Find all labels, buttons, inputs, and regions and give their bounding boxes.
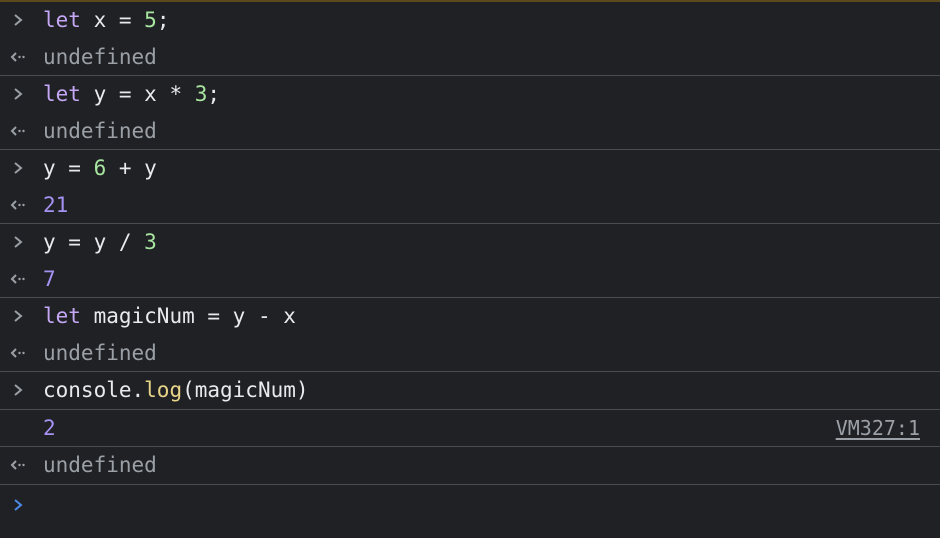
console-input-line: let x = 5; [0, 2, 940, 39]
code-text: + y [106, 156, 157, 181]
console-input-line: y = 6 + y [0, 150, 940, 187]
console-result-line: 21 [0, 187, 940, 224]
code-number: 5 [144, 8, 157, 33]
console-result-line: undefined [0, 113, 940, 150]
console-entry: y = y / 3 7 [0, 224, 940, 298]
return-arrow-icon [10, 447, 26, 484]
console-entry: console. log (magicNum) [0, 372, 940, 410]
return-arrow-icon [10, 261, 26, 298]
return-arrow-icon [10, 39, 26, 76]
console-prompt[interactable] [0, 485, 940, 525]
code-number: 3 [194, 82, 208, 107]
result-value: undefined [43, 453, 157, 478]
chevron-right-icon [10, 2, 26, 39]
result-value: undefined [43, 340, 157, 365]
code-text: ; [207, 82, 221, 107]
chevron-right-icon [10, 150, 26, 187]
code-text: magicNum = y - x [80, 304, 296, 329]
code-text: x = [80, 8, 145, 33]
console-result-line: undefined [0, 335, 940, 372]
code-number: 6 [93, 156, 107, 181]
log-value: 2 [43, 415, 56, 440]
console-entry: undefined [0, 447, 940, 485]
console-entry: let y = x * 3; undefined [0, 76, 940, 150]
code-text: (magicNum) [182, 378, 309, 403]
console-input-line: let magicNum = y - x [0, 298, 940, 335]
result-value: undefined [43, 118, 157, 143]
console-entry: let magicNum = y - x undefined [0, 298, 940, 372]
console-entry: let x = 5; undefined [0, 2, 940, 76]
code-keyword: let [43, 304, 81, 329]
console-input-line: let y = x * 3; [0, 76, 940, 113]
result-value: undefined [43, 44, 157, 69]
console-result-line: undefined [0, 447, 940, 484]
devtools-console: let x = 5; undefined let y = x * 3; unde… [0, 0, 940, 538]
return-arrow-icon [10, 187, 26, 224]
code-keyword: let [43, 8, 81, 33]
code-text: ; [156, 8, 170, 33]
chevron-right-icon [10, 224, 26, 261]
result-value: 7 [43, 266, 56, 291]
code-keyword: let [43, 82, 81, 107]
return-arrow-icon [10, 113, 26, 150]
return-arrow-icon [10, 335, 26, 372]
code-number: 3 [144, 230, 157, 255]
console-input-line: y = y / 3 [0, 224, 940, 261]
code-text: y = [43, 156, 94, 181]
console-log-message: 2 VM327:1 [0, 410, 940, 447]
code-text: y = y / [43, 230, 145, 255]
chevron-right-icon [10, 298, 26, 335]
console-result-line: undefined [0, 39, 940, 76]
chevron-right-icon [10, 485, 26, 525]
console-input-line: console. log (magicNum) [0, 372, 940, 409]
code-text: console. [43, 378, 145, 403]
console-log-line: 2 VM327:1 [0, 410, 940, 447]
code-function: log [144, 378, 183, 403]
chevron-right-icon [10, 372, 26, 409]
chevron-right-icon [10, 76, 26, 113]
console-entry: y = 6 + y 21 [0, 150, 940, 224]
result-value: 21 [43, 192, 69, 217]
console-result-line: 7 [0, 261, 940, 298]
code-text: y = x * [80, 82, 195, 107]
source-link[interactable]: VM327:1 [836, 416, 920, 440]
